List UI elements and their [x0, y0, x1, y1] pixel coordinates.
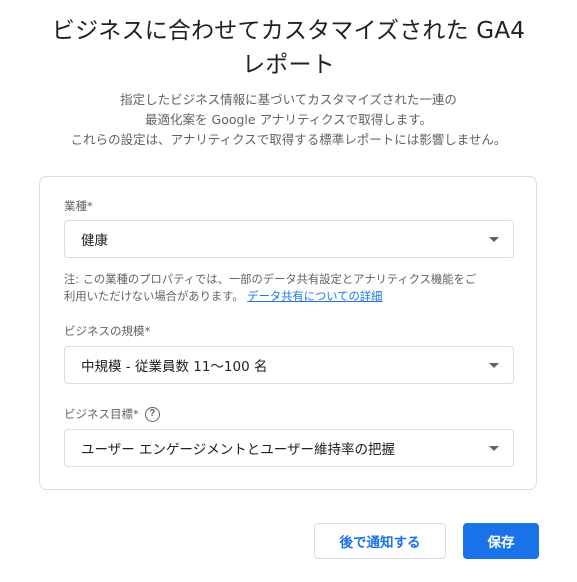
industry-select-value: 健康	[81, 233, 108, 249]
industry-label-text: 業種*	[64, 199, 93, 213]
help-circle-icon[interactable]: ?	[144, 406, 160, 422]
dropdown-arrow-icon	[489, 445, 499, 451]
dialog-title: ビジネスに合わせてカスタマイズされた GA4 レポート	[20, 14, 557, 82]
ga4-customization-dialog: ビジネスに合わせてカスタマイズされた GA4 レポート 指定したビジネス情報に基…	[0, 0, 577, 582]
save-button[interactable]: 保存	[463, 523, 539, 559]
dialog-title-line-1: ビジネスに合わせてカスタマイズされた GA4	[51, 18, 526, 44]
business-size-label-text: ビジネスの規模*	[64, 324, 151, 338]
dropdown-arrow-icon	[489, 362, 499, 368]
industry-label: 業種*	[64, 198, 93, 214]
business-size-select-value: 中規模 - 従業員数 11〜100 名	[81, 359, 268, 375]
data-sharing-details-link[interactable]: データ共有についての詳細	[247, 290, 382, 303]
industry-note-line-1: 注: この業種のプロパティでは、一部のデータ共有設定とアナリティクス機能をご	[64, 273, 477, 286]
business-info-card: 業種* 健康 注: この業種のプロパティでは、一部のデータ共有設定とアナリティク…	[39, 176, 537, 490]
business-goal-select[interactable]: ユーザー エンゲージメントとユーザー維持率の把握	[64, 429, 514, 467]
business-size-label: ビジネスの規模*	[64, 323, 150, 339]
business-goal-label-text: ビジネス目標*	[64, 407, 139, 421]
business-size-select[interactable]: 中規模 - 従業員数 11〜100 名	[64, 346, 514, 384]
dialog-description: 指定したビジネス情報に基づいてカスタマイズされた一連の 最適化案を Google…	[10, 90, 567, 150]
description-line-1: 指定したビジネス情報に基づいてカスタマイズされた一連の	[120, 92, 457, 107]
dropdown-arrow-icon	[489, 236, 499, 242]
notify-later-button[interactable]: 後で通知する	[314, 523, 446, 559]
industry-note-line-2: 利用いただけない場合があります。 データ共有についての詳細	[64, 288, 520, 305]
description-line-2: 最適化案を Google アナリティクスで取得します。	[145, 112, 432, 127]
industry-select[interactable]: 健康	[64, 220, 514, 258]
description-line-3: これらの設定は、アナリティクスで取得する標準レポートには影響しません。	[70, 132, 507, 147]
industry-note-line-2-text: 利用いただけない場合があります。	[64, 290, 244, 303]
business-goal-select-value: ユーザー エンゲージメントとユーザー維持率の把握	[81, 442, 395, 458]
industry-note: 注: この業種のプロパティでは、一部のデータ共有設定とアナリティクス機能をご 利…	[64, 271, 520, 305]
business-goal-label: ビジネス目標* ?	[64, 406, 160, 422]
dialog-title-line-2: レポート	[242, 52, 335, 78]
